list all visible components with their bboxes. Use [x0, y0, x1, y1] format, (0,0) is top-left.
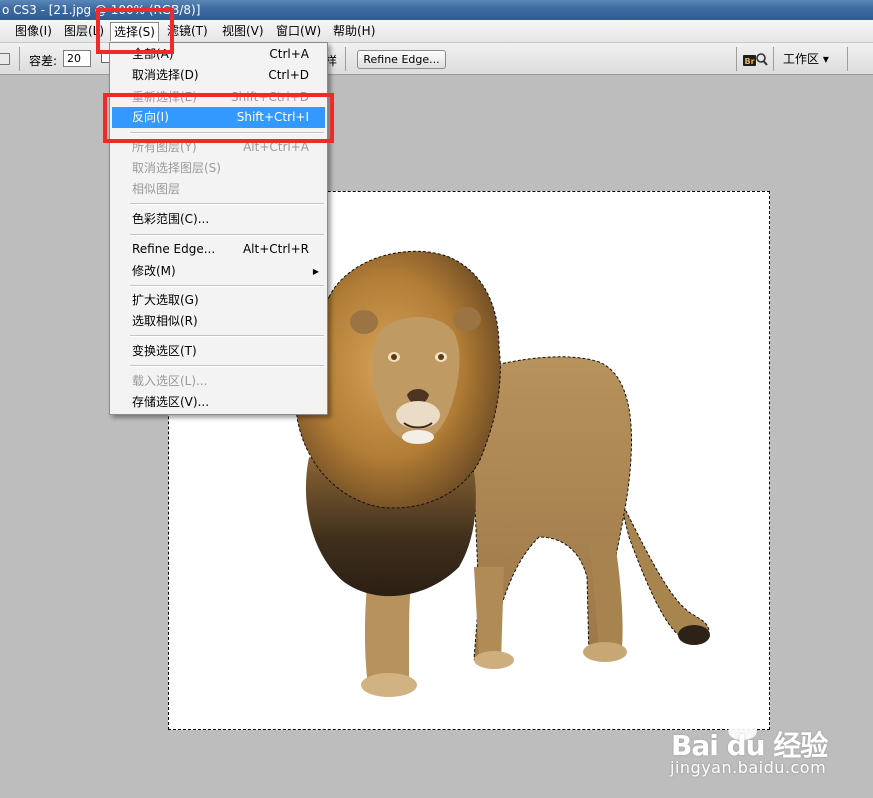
menu-item-load-selection: 载入选区(L)... [112, 371, 325, 392]
menu-item-shortcut: Alt+Ctrl+R [242, 242, 309, 256]
menu-item-deselect-layers: 取消选择图层(S) [112, 158, 325, 179]
options-separator [773, 47, 774, 71]
menu-item-refine-edge[interactable]: Refine Edge... Alt+Ctrl+R [112, 239, 325, 260]
options-separator [847, 47, 848, 71]
lion-photo [295, 250, 710, 697]
menu-item-label: 取消选择(D) [132, 68, 199, 82]
annotation-box-inverse-item [103, 93, 334, 143]
menu-item-label: 修改(M) [132, 264, 176, 278]
menu-item-label: 载入选区(L)... [132, 374, 208, 388]
menu-item-shortcut: Ctrl+D [268, 68, 309, 82]
refine-edge-button[interactable]: Refine Edge... [357, 50, 446, 69]
svg-text:Br: Br [745, 57, 755, 66]
options-separator [736, 47, 737, 71]
menu-separator [130, 285, 324, 287]
menu-item-label: 色彩范围(C)... [132, 212, 210, 226]
options-separator [19, 47, 20, 71]
tolerance-label: 容差: [29, 54, 58, 68]
menu-item-label: 存储选区(V)... [132, 395, 210, 409]
menu-item-deselect[interactable]: 取消选择(D) Ctrl+D [112, 65, 325, 86]
menu-separator [130, 234, 324, 236]
annotation-box-select-menu [96, 8, 174, 54]
menu-item-label: 扩大选取(G) [132, 293, 199, 307]
watermark-url: jingyan.baidu.com [670, 758, 827, 777]
menu-item-label: 相似图层 [132, 182, 181, 196]
menu-item-label: 取消选择图层(S) [132, 161, 221, 175]
menu-separator [130, 335, 324, 337]
menu-item-transform-selection[interactable]: 变换选区(T) [112, 341, 325, 362]
menu-image[interactable]: 图像(I) [12, 22, 55, 41]
menu-item-label: Refine Edge... [132, 242, 216, 256]
tool-preset-icon[interactable] [0, 53, 10, 65]
options-separator [345, 47, 346, 71]
menu-item-save-selection[interactable]: 存储选区(V)... [112, 392, 325, 413]
menu-item-grow[interactable]: 扩大选取(G) [112, 290, 325, 311]
workspace-button[interactable]: 工作区 ▾ [783, 50, 829, 69]
menu-window[interactable]: 窗口(W) [273, 22, 324, 41]
menu-help[interactable]: 帮助(H) [330, 22, 378, 41]
menu-item-label: 变换选区(T) [132, 344, 197, 358]
menu-item-similar[interactable]: 选取相似(R) [112, 311, 325, 332]
menu-item-color-range[interactable]: 色彩范围(C)... [112, 209, 325, 230]
submenu-arrow-icon: ▶ [312, 267, 319, 276]
menu-item-label: 选取相似(R) [132, 314, 198, 328]
menu-separator [130, 203, 324, 205]
menu-item-shortcut: Ctrl+A [269, 47, 309, 61]
menu-item-similar-layers: 相似图层 [112, 179, 325, 200]
menu-separator [130, 365, 324, 367]
tolerance-input[interactable] [63, 50, 91, 67]
menu-item-modify[interactable]: 修改(M) ▶ [112, 261, 325, 282]
bridge-icon[interactable]: Br [742, 52, 768, 68]
menu-view[interactable]: 视图(V) [219, 22, 267, 41]
